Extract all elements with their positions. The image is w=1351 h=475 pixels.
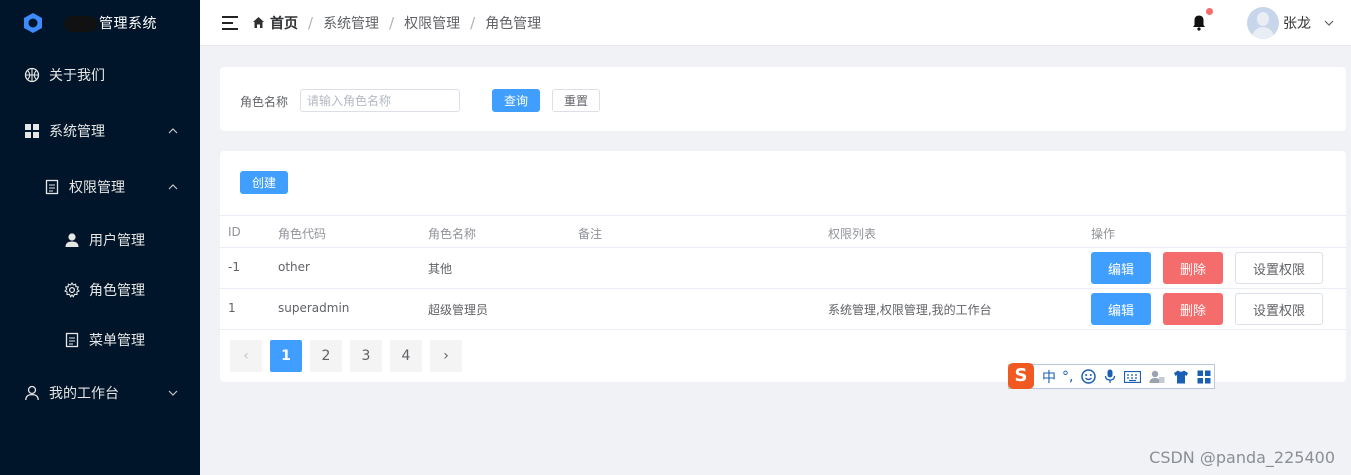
sidebar-item-label: 权限管理 bbox=[69, 180, 125, 196]
edit-button[interactable]: 编辑 bbox=[1091, 252, 1151, 284]
grid-icon bbox=[24, 123, 40, 139]
column-header: 操作 bbox=[1091, 227, 1116, 241]
page-button[interactable]: 4 bbox=[390, 340, 422, 372]
role-table-panel: 创建 ID 角色代码 角色名称 备注 权限列表 操作 -1 other 其他 编… bbox=[220, 151, 1346, 382]
chevron-up-icon bbox=[168, 128, 178, 134]
sidebar-item-label: 角色管理 bbox=[89, 283, 145, 299]
breadcrumb-item: 角色管理 bbox=[485, 15, 542, 32]
edit-button[interactable]: 编辑 bbox=[1091, 293, 1151, 325]
column-header: 角色名称 bbox=[428, 227, 477, 241]
menu-toggle-icon[interactable] bbox=[222, 15, 238, 30]
breadcrumb: 首页 / 系统管理 / 权限管理 / 角色管理 bbox=[252, 13, 541, 33]
chevron-down-icon[interactable] bbox=[1323, 17, 1335, 29]
cell-permissions: 系统管理,权限管理,我的工作台 bbox=[828, 303, 992, 317]
sidebar-item-label: 菜单管理 bbox=[89, 333, 145, 349]
toolbox-icon[interactable] bbox=[1197, 370, 1211, 384]
next-page-button[interactable]: › bbox=[430, 340, 462, 372]
notification-dot bbox=[1206, 8, 1213, 15]
cell-id: -1 bbox=[228, 260, 240, 274]
sidebar-item-menus[interactable]: 菜单管理 bbox=[0, 321, 200, 359]
breadcrumb-item[interactable]: 系统管理 bbox=[323, 13, 379, 33]
page-button[interactable]: 2 bbox=[310, 340, 342, 372]
set-permission-button[interactable]: 设置权限 bbox=[1235, 293, 1323, 325]
sidebar-item-system[interactable]: 系统管理 bbox=[0, 112, 200, 150]
sidebar-item-users[interactable]: 用户管理 bbox=[0, 221, 200, 259]
document-icon bbox=[64, 332, 80, 348]
column-header: 权限列表 bbox=[828, 227, 877, 241]
breadcrumb-home[interactable]: 首页 bbox=[252, 13, 298, 33]
cell-id: 1 bbox=[228, 301, 236, 315]
delete-button[interactable]: 删除 bbox=[1163, 252, 1223, 284]
sogou-logo-icon[interactable]: S bbox=[1008, 362, 1034, 389]
sidebar-item-roles[interactable]: 角色管理 bbox=[0, 271, 200, 309]
user-settings-icon[interactable] bbox=[1149, 369, 1165, 384]
sidebar: 管理系统 关于我们 系统管理 权限管理 用户管理 角色管理 菜单管理 我的工作台 bbox=[0, 0, 200, 475]
gear-icon bbox=[64, 282, 80, 298]
sidebar-item-permission[interactable]: 权限管理 bbox=[0, 168, 200, 206]
table-row: -1 other 其他 编辑 删除 设置权限 bbox=[220, 248, 1346, 289]
delete-button[interactable]: 删除 bbox=[1163, 293, 1223, 325]
table-header: ID 角色代码 角色名称 备注 权限列表 操作 bbox=[220, 215, 1346, 248]
sidebar-item-workbench[interactable]: 我的工作台 bbox=[0, 374, 200, 412]
sidebar-item-label: 关于我们 bbox=[49, 68, 105, 84]
ime-toolbar: S 中 °, bbox=[1008, 362, 1215, 389]
skin-icon[interactable] bbox=[1173, 370, 1189, 384]
username[interactable]: 张龙 bbox=[1283, 13, 1311, 33]
column-header: ID bbox=[228, 225, 241, 239]
redaction-blob bbox=[64, 16, 98, 32]
document-icon bbox=[44, 179, 60, 195]
role-name-input[interactable] bbox=[300, 89, 460, 112]
breadcrumb-separator: / bbox=[470, 13, 476, 32]
sidebar-item-label: 用户管理 bbox=[89, 233, 145, 249]
chevron-down-icon bbox=[168, 390, 178, 396]
reset-button[interactable]: 重置 bbox=[552, 89, 600, 112]
logo[interactable]: 管理系统 bbox=[0, 0, 200, 46]
home-icon bbox=[253, 17, 264, 28]
query-button[interactable]: 查询 bbox=[492, 89, 540, 112]
keyboard-icon[interactable] bbox=[1124, 370, 1142, 383]
chevron-up-icon bbox=[168, 184, 178, 190]
table-row: 1 superadmin 超级管理员 系统管理,权限管理,我的工作台 编辑 删除… bbox=[220, 289, 1346, 330]
sidebar-item-label: 我的工作台 bbox=[49, 386, 119, 402]
microphone-icon[interactable] bbox=[1104, 369, 1116, 384]
avatar[interactable] bbox=[1247, 7, 1279, 39]
set-permission-button[interactable]: 设置权限 bbox=[1235, 252, 1323, 284]
basketball-icon bbox=[24, 67, 40, 83]
ime-mode-toggle[interactable]: 中 bbox=[1042, 367, 1056, 387]
page-button[interactable]: 3 bbox=[350, 340, 382, 372]
cell-name: 超级管理员 bbox=[428, 303, 489, 317]
watermark: CSDN @panda_225400 bbox=[1149, 448, 1335, 467]
user-icon bbox=[64, 232, 80, 248]
logo-icon bbox=[22, 12, 44, 34]
app-title: 管理系统 bbox=[64, 13, 157, 33]
breadcrumb-item[interactable]: 权限管理 bbox=[404, 13, 460, 33]
page-button[interactable]: 1 bbox=[270, 340, 302, 372]
top-header: 首页 / 系统管理 / 权限管理 / 角色管理 张龙 bbox=[200, 0, 1351, 46]
cell-name: 其他 bbox=[428, 262, 453, 276]
person-outline-icon bbox=[24, 385, 40, 401]
sidebar-item-about[interactable]: 关于我们 bbox=[0, 56, 200, 94]
bell-icon[interactable] bbox=[1191, 8, 1213, 32]
cell-code: superadmin bbox=[278, 301, 350, 315]
search-panel: 角色名称 查询 重置 bbox=[220, 67, 1346, 131]
prev-page-button[interactable]: ‹ bbox=[230, 340, 262, 372]
breadcrumb-separator: / bbox=[389, 13, 395, 32]
header-actions: 张龙 bbox=[1191, 0, 1335, 46]
breadcrumb-separator: / bbox=[308, 13, 314, 32]
smiley-icon[interactable] bbox=[1081, 369, 1097, 384]
pagination: ‹ 1 2 3 4 › bbox=[230, 340, 470, 372]
cell-code: other bbox=[278, 260, 310, 274]
role-name-label: 角色名称 bbox=[240, 95, 289, 109]
column-header: 角色代码 bbox=[278, 227, 327, 241]
sidebar-item-label: 系统管理 bbox=[49, 124, 105, 140]
create-button[interactable]: 创建 bbox=[240, 171, 288, 194]
ime-punct-toggle[interactable]: °, bbox=[1062, 369, 1073, 385]
column-header: 备注 bbox=[578, 227, 603, 241]
